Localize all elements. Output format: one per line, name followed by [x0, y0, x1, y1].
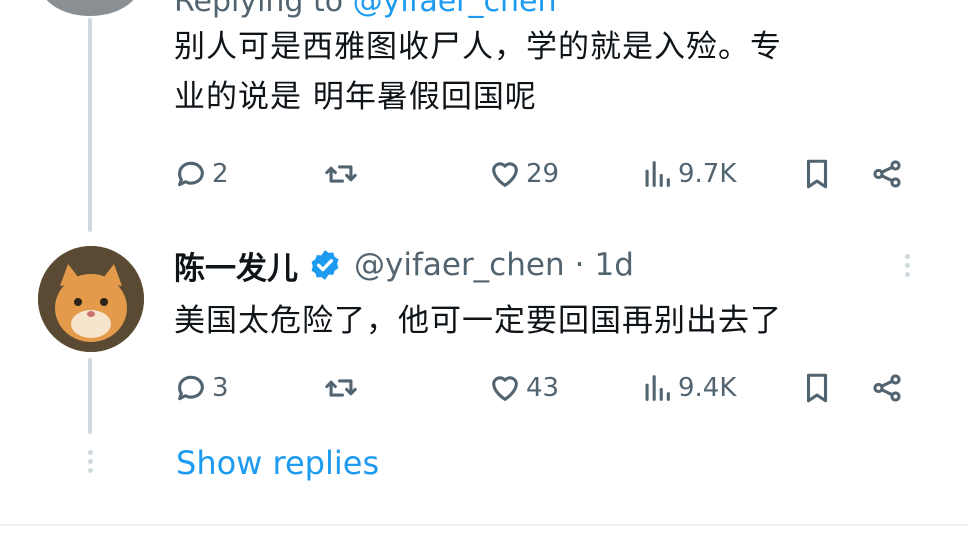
verified-badge-icon: [311, 250, 339, 280]
heart-icon: [492, 376, 518, 401]
avatar[interactable]: [38, 246, 144, 352]
avatar-top[interactable]: [40, 0, 140, 16]
thread-line-bottom: [88, 358, 92, 434]
show-replies-link[interactable]: Show replies: [176, 444, 379, 482]
replying-to: Replying to @yifaer_chen: [174, 0, 556, 19]
display-name[interactable]: 陈一发儿: [174, 243, 298, 288]
share-button[interactable]: [870, 368, 904, 408]
tweet-text-line: 美国太危险了，他可一定要回国再别出去了: [174, 303, 782, 339]
views-icon: [645, 161, 670, 187]
like-count: 29: [526, 159, 560, 189]
tweet-text-line: 业的说是 明年暑假回国呢: [174, 79, 537, 115]
share-icon: [873, 160, 901, 188]
reply-button[interactable]: 3: [174, 368, 229, 408]
views-count: 9.4K: [678, 373, 737, 403]
meta-separator: ·: [574, 247, 585, 283]
views-icon: [645, 375, 670, 401]
tweet-header: 陈一发儿 @yifaer_chen · 1d: [174, 240, 634, 290]
reply-icon: [178, 161, 204, 187]
retweet-icon: [325, 165, 357, 183]
reply-count: 2: [212, 159, 229, 189]
bookmark-button[interactable]: [800, 368, 834, 408]
tweet-actions: 3 43 9.4K: [174, 368, 924, 408]
tweet-text: 美国太危险了，他可一定要回国再别出去了: [174, 296, 934, 346]
replying-handle-link[interactable]: @yifaer_chen: [353, 0, 557, 19]
cat-avatar-image: [38, 246, 144, 352]
thread-continuation-dots: [86, 446, 94, 477]
like-button[interactable]: 43: [488, 368, 559, 408]
bookmark-icon: [806, 373, 828, 403]
user-handle[interactable]: @yifaer_chen: [354, 247, 565, 283]
share-button[interactable]: [870, 154, 904, 194]
tweet-actions: 2 29 9.7K: [174, 154, 924, 194]
retweet-icon: [325, 379, 357, 397]
reply-button[interactable]: 2: [174, 154, 229, 194]
heart-icon: [492, 162, 518, 187]
timestamp[interactable]: 1d: [594, 247, 633, 283]
views-button[interactable]: 9.7K: [640, 154, 736, 194]
tweet-text-line: 别人可是西雅图收尸人，学的就是入殓。专: [174, 29, 782, 65]
thread-line-top: [88, 18, 92, 232]
like-count: 43: [526, 373, 560, 403]
like-button[interactable]: 29: [488, 154, 559, 194]
reply-count: 3: [212, 373, 229, 403]
views-button[interactable]: 9.4K: [640, 368, 736, 408]
reply-icon: [178, 375, 204, 401]
divider: [0, 524, 968, 526]
more-options-icon[interactable]: [900, 250, 914, 290]
bookmark-icon: [806, 159, 828, 189]
replying-prefix: Replying to: [174, 0, 353, 19]
retweet-button[interactable]: [324, 368, 358, 408]
views-count: 9.7K: [678, 159, 737, 189]
tweet-text: 别人可是西雅图收尸人，学的就是入殓。专 业的说是 明年暑假回国呢: [174, 22, 934, 122]
bookmark-button[interactable]: [800, 154, 834, 194]
share-icon: [873, 374, 901, 402]
retweet-button[interactable]: [324, 154, 358, 194]
